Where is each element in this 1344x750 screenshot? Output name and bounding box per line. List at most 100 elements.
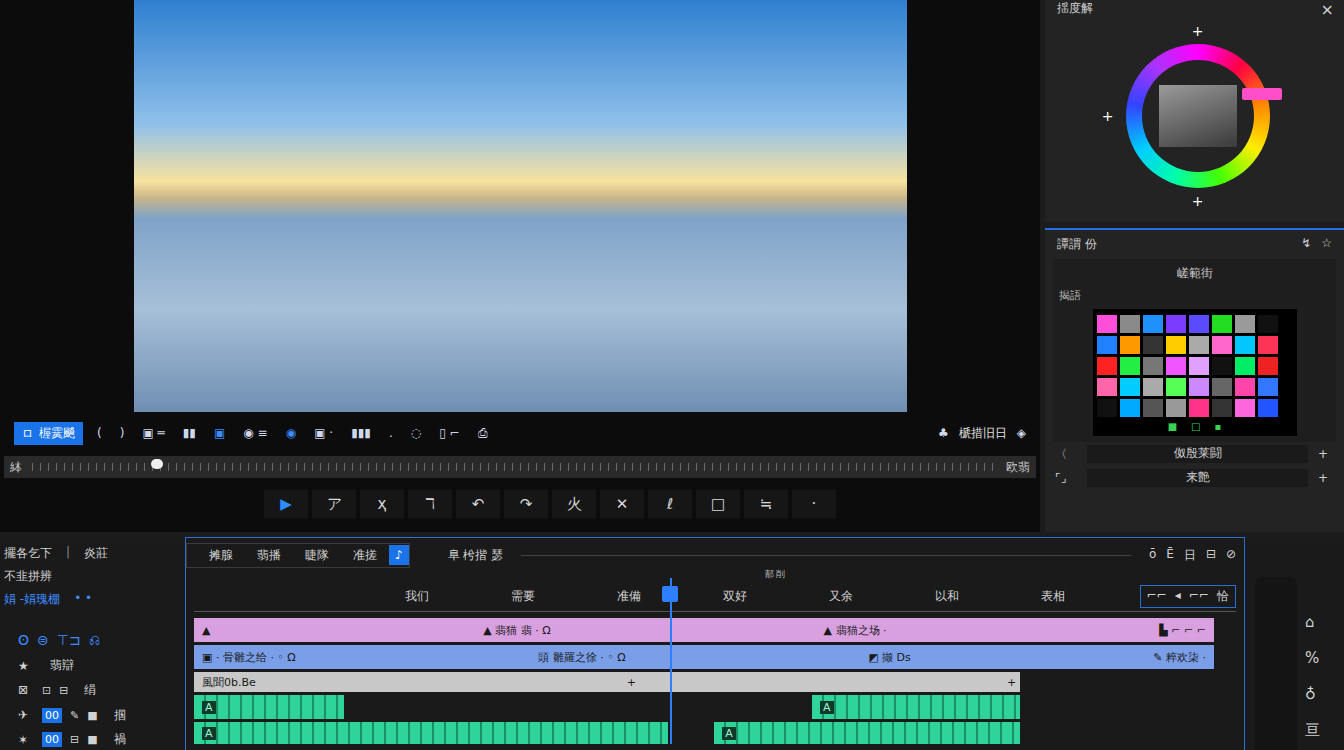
swatch[interactable]: [1189, 315, 1209, 333]
sequence-mode[interactable]: 炎莊: [84, 545, 108, 562]
swatch[interactable]: [1235, 336, 1255, 354]
swatch[interactable]: [1212, 315, 1232, 333]
track-button[interactable]: ✎: [70, 709, 79, 722]
track-tool[interactable]: ⊜: [37, 632, 49, 648]
track-icon[interactable]: ★: [18, 659, 34, 673]
luma-square[interactable]: [1159, 85, 1237, 147]
strip-icon[interactable]: 亘: [1305, 721, 1320, 740]
timeline-control[interactable]: ⊘: [1226, 547, 1236, 564]
zoom-control[interactable]: 恰: [1217, 588, 1229, 605]
row-field[interactable]: 来艶: [1087, 469, 1308, 487]
color-wheel[interactable]: [1126, 44, 1270, 188]
swatch[interactable]: [1120, 399, 1140, 417]
track-badge[interactable]: 00: [42, 708, 62, 723]
header-icon[interactable]: ☆: [1321, 236, 1332, 253]
swatch[interactable]: [1258, 315, 1278, 333]
tool-button[interactable]: ↶: [456, 490, 500, 518]
swatch[interactable]: [1258, 378, 1278, 396]
wheel-marker[interactable]: +: [1192, 193, 1204, 209]
swatch[interactable]: [1143, 336, 1163, 354]
wheel-marker[interactable]: +: [1102, 108, 1114, 124]
hue-handle[interactable]: [1242, 88, 1282, 100]
swatch[interactable]: [1189, 399, 1209, 417]
timeline-tab[interactable]: 准搓: [341, 544, 389, 567]
tool-button[interactable]: ℓ: [648, 490, 692, 518]
swatch[interactable]: [1212, 336, 1232, 354]
timeline-tab[interactable]: 翡播: [245, 544, 293, 567]
transport-control[interactable]: .: [385, 424, 397, 442]
swatch[interactable]: [1212, 399, 1232, 417]
swatch[interactable]: [1166, 315, 1186, 333]
scrubber-knob[interactable]: [151, 459, 163, 469]
header-link[interactable]: 娟 -娟瑰棚• •: [4, 591, 181, 608]
swatch[interactable]: [1097, 357, 1117, 375]
transport-control[interactable]: ◉: [282, 424, 300, 442]
swatch[interactable]: [1189, 336, 1209, 354]
wheel-marker[interactable]: +: [1192, 23, 1204, 39]
swatch[interactable]: [1097, 399, 1117, 417]
tool-button[interactable]: ✕: [600, 490, 644, 518]
swatch[interactable]: [1097, 336, 1117, 354]
strip-icon[interactable]: ⌂: [1305, 613, 1320, 631]
playhead-knob[interactable]: [662, 586, 678, 602]
row-field[interactable]: 伮殷莱闘: [1087, 445, 1308, 463]
timeline-tab[interactable]: ♪: [389, 545, 409, 565]
settings-icon[interactable]: ◈: [1013, 424, 1030, 442]
transport-label[interactable]: 榹措旧日: [959, 425, 1007, 442]
timeline-control[interactable]: Ē: [1166, 547, 1174, 564]
tool-button[interactable]: ℸ: [408, 490, 452, 518]
zoom-control[interactable]: ⌐⌐: [1147, 588, 1167, 605]
transport-control[interactable]: ▮▮: [179, 424, 200, 442]
tool-button[interactable]: ア: [312, 490, 356, 518]
timeline-control[interactable]: 日: [1184, 547, 1196, 564]
swatch[interactable]: [1120, 336, 1140, 354]
swatch[interactable]: [1258, 357, 1278, 375]
swatch[interactable]: [1166, 378, 1186, 396]
footer-icon[interactable]: ▪: [1215, 421, 1222, 432]
track-button[interactable]: ⊡: [42, 684, 51, 697]
timeline-tab[interactable]: 摊腺: [197, 544, 245, 567]
swatch[interactable]: [1189, 378, 1209, 396]
swatch[interactable]: [1189, 357, 1209, 375]
track-tool[interactable]: ⊤⊐: [57, 632, 81, 648]
track-badge[interactable]: 00: [42, 732, 62, 747]
swatch[interactable]: [1097, 315, 1117, 333]
swatch[interactable]: [1143, 357, 1163, 375]
header-icon[interactable]: ↯: [1301, 236, 1311, 253]
tool-button[interactable]: ҳ: [360, 490, 404, 518]
clip-icon[interactable]: ♣: [934, 424, 953, 442]
tool-button[interactable]: ·: [792, 490, 836, 518]
mode-button[interactable]: ロ 楃霙飇: [14, 422, 83, 445]
close-icon[interactable]: ×: [1321, 0, 1334, 19]
track-icon[interactable]: ✈: [18, 708, 34, 722]
swatch[interactable]: [1120, 357, 1140, 375]
scrubber-track[interactable]: [32, 463, 996, 471]
swatch[interactable]: [1235, 315, 1255, 333]
strip-icon[interactable]: %: [1305, 649, 1320, 667]
tool-button[interactable]: ↷: [504, 490, 548, 518]
swatch[interactable]: [1166, 336, 1186, 354]
clip[interactable]: ▲▲ 翡猫 翡 · Ω▲ 翡猫之场 ·▙ ⌐ ⌐ ⌐: [194, 618, 1214, 642]
swatch[interactable]: [1235, 399, 1255, 417]
clip[interactable]: A: [714, 722, 1020, 744]
transport-control[interactable]: (: [93, 424, 106, 442]
zoom-control[interactable]: ◂: [1175, 588, 1181, 605]
clip[interactable]: A: [194, 695, 344, 719]
track-tool[interactable]: ʘ: [18, 632, 29, 648]
timeline-control[interactable]: ⊟: [1206, 547, 1216, 564]
timeline-control[interactable]: ō: [1149, 547, 1156, 564]
transport-control[interactable]: ▣ ═: [138, 424, 168, 442]
swatch[interactable]: [1258, 336, 1278, 354]
swatch[interactable]: [1235, 378, 1255, 396]
swatch[interactable]: [1097, 378, 1117, 396]
swatch[interactable]: [1166, 357, 1186, 375]
track-button[interactable]: ■: [87, 709, 97, 722]
swatch[interactable]: [1120, 315, 1140, 333]
transport-control[interactable]: ◌: [407, 424, 425, 442]
row-icon[interactable]: 〈: [1055, 446, 1077, 463]
transport-control[interactable]: ▯ ⌐: [435, 424, 463, 442]
clip[interactable]: A: [194, 722, 668, 744]
transport-control[interactable]: ⎙: [474, 424, 492, 442]
track-tool[interactable]: ⎌: [89, 632, 100, 649]
swatch[interactable]: [1166, 399, 1186, 417]
